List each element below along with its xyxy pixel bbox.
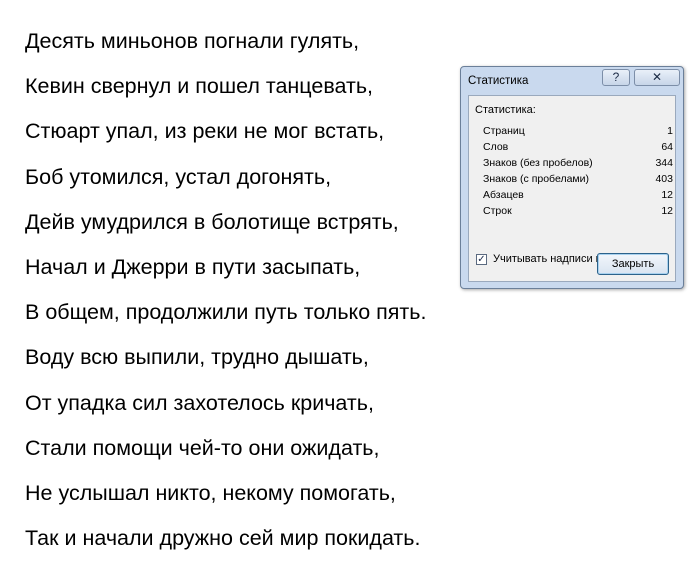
stat-value: 403 <box>655 173 673 185</box>
poem-line: Так и начали дружно сей мир покидать. <box>25 526 421 551</box>
stat-value: 12 <box>661 189 673 201</box>
stat-value: 12 <box>661 205 673 217</box>
document-text: Десять миньонов погнали гулять, Кевин св… <box>25 26 426 568</box>
statistics-dialog: Статистика ? ✕ Статистика: Страниц 1 Сло… <box>460 66 684 289</box>
dialog-titlebar[interactable]: Статистика ? ✕ <box>461 67 683 94</box>
dialog-title: Статистика <box>468 75 529 87</box>
stat-label: Знаков (без пробелов) <box>483 157 593 169</box>
help-button[interactable]: ? <box>602 69 630 86</box>
poem-line: Стюарт упал, из реки не мог встать, <box>25 119 385 144</box>
poem-line: В общем, продолжили путь только пять. <box>25 300 427 325</box>
poem-line: Не услышал никто, некому помогать, <box>25 480 396 505</box>
checkmark-icon: ✓ <box>477 254 486 265</box>
dialog-body: Статистика: Страниц 1 Слов 64 Знаков (бе… <box>468 95 676 282</box>
poem-line: Стали помощи чей-то они ожидать, <box>25 435 380 460</box>
stat-label: Строк <box>483 205 512 217</box>
statistics-table: Страниц 1 Слов 64 Знаков (без пробелов) … <box>483 123 673 219</box>
stat-label: Знаков (с пробелами) <box>483 173 589 185</box>
stat-value: 64 <box>661 141 673 153</box>
close-window-button[interactable]: ✕ <box>634 69 680 86</box>
poem-line: Воду всю выпили, трудно дышать, <box>25 345 369 370</box>
stat-label: Страниц <box>483 125 525 137</box>
stat-value: 1 <box>667 125 673 137</box>
close-button[interactable]: Закрыть <box>597 253 669 275</box>
table-row: Строк 12 <box>483 203 673 219</box>
table-row: Знаков (без пробелов) 344 <box>483 155 673 171</box>
poem-line: Дейв умудрился в болотище встрять, <box>25 209 399 234</box>
poem-line: Боб утомился, устал догонять, <box>25 164 332 189</box>
help-icon: ? <box>612 70 620 84</box>
poem-line: Начал и Джерри в пути засыпать, <box>25 254 361 279</box>
poem-line: Десять миньонов погнали гулять, <box>25 29 360 53</box>
poem-line: От упадка сил захотелось кричать, <box>25 390 374 415</box>
stat-label: Абзацев <box>483 189 524 201</box>
stat-label: Слов <box>483 141 509 153</box>
close-icon: ✕ <box>651 70 663 84</box>
stat-value: 344 <box>655 157 673 169</box>
table-row: Слов 64 <box>483 139 673 155</box>
table-row: Страниц 1 <box>483 123 673 139</box>
poem-line: Кевин свернул и пошел танцевать, <box>25 74 374 99</box>
statistics-group-label: Статистика: <box>475 104 536 116</box>
table-row: Абзацев 12 <box>483 187 673 203</box>
include-textboxes-checkbox[interactable]: ✓ <box>476 254 487 265</box>
table-row: Знаков (с пробелами) 403 <box>483 171 673 187</box>
